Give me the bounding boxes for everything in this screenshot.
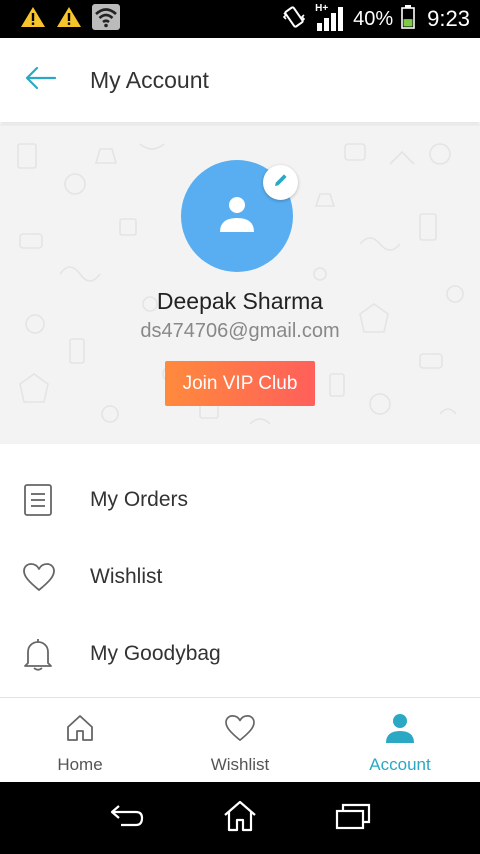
page-title: My Account — [90, 66, 209, 93]
nav-tab-home[interactable]: Home — [0, 698, 160, 782]
nav-tab-label: Home — [57, 755, 103, 774]
document-icon — [0, 483, 90, 517]
menu-item-label: Wishlist — [90, 564, 163, 588]
menu-item-my-goodybag[interactable]: My Goodybag — [0, 615, 480, 692]
profile-header: Deepak Sharma ds474706@gmail.com Join VI… — [0, 124, 480, 444]
arrow-left-icon — [25, 66, 57, 95]
menu-item-my-orders[interactable]: My Orders — [0, 461, 480, 538]
edit-profile-button[interactable] — [263, 165, 298, 200]
home-icon — [65, 712, 95, 744]
clock: 9:23 — [427, 6, 470, 31]
system-home-button[interactable] — [210, 788, 270, 848]
menu-item-wishlist[interactable]: Wishlist — [0, 538, 480, 615]
pencil-icon — [273, 172, 289, 193]
user-email: ds474706@gmail.com — [140, 320, 340, 342]
nav-tab-account[interactable]: Account — [320, 698, 480, 782]
warning-icon — [56, 6, 82, 33]
battery-icon — [401, 4, 415, 34]
menu-item-label: My Orders — [90, 487, 189, 511]
bottom-navigation: Home Wishlist Account — [0, 697, 480, 782]
person-icon — [217, 194, 257, 239]
account-menu: My Orders Wishlist My Goodybag — [0, 461, 480, 692]
system-navigation-bar — [0, 782, 480, 854]
bell-icon — [0, 637, 90, 671]
system-back-button[interactable] — [97, 788, 157, 848]
warning-icon — [20, 6, 46, 33]
join-vip-button[interactable]: Join VIP Club — [165, 361, 315, 406]
nav-tab-label: Wishlist — [210, 755, 270, 774]
user-name: Deepak Sharma — [156, 288, 324, 314]
back-button[interactable] — [0, 38, 90, 122]
vibrate-icon — [281, 4, 307, 35]
system-recents-button[interactable] — [323, 788, 383, 848]
person-icon — [384, 712, 416, 744]
nav-tab-label: Account — [369, 755, 431, 774]
signal-icon: H+ — [315, 3, 345, 31]
wifi-icon — [92, 3, 120, 35]
heart-icon — [0, 562, 90, 592]
home-icon — [222, 800, 258, 837]
menu-item-label: My Goodybag — [90, 641, 221, 665]
heart-icon — [224, 712, 256, 744]
back-icon — [109, 803, 145, 834]
battery-percent: 40% — [353, 7, 394, 30]
nav-tab-wishlist[interactable]: Wishlist — [160, 698, 320, 782]
recents-icon — [335, 802, 371, 835]
status-bar: H+ 40% 9:23 — [0, 0, 480, 38]
app-bar: My Account — [0, 38, 480, 122]
